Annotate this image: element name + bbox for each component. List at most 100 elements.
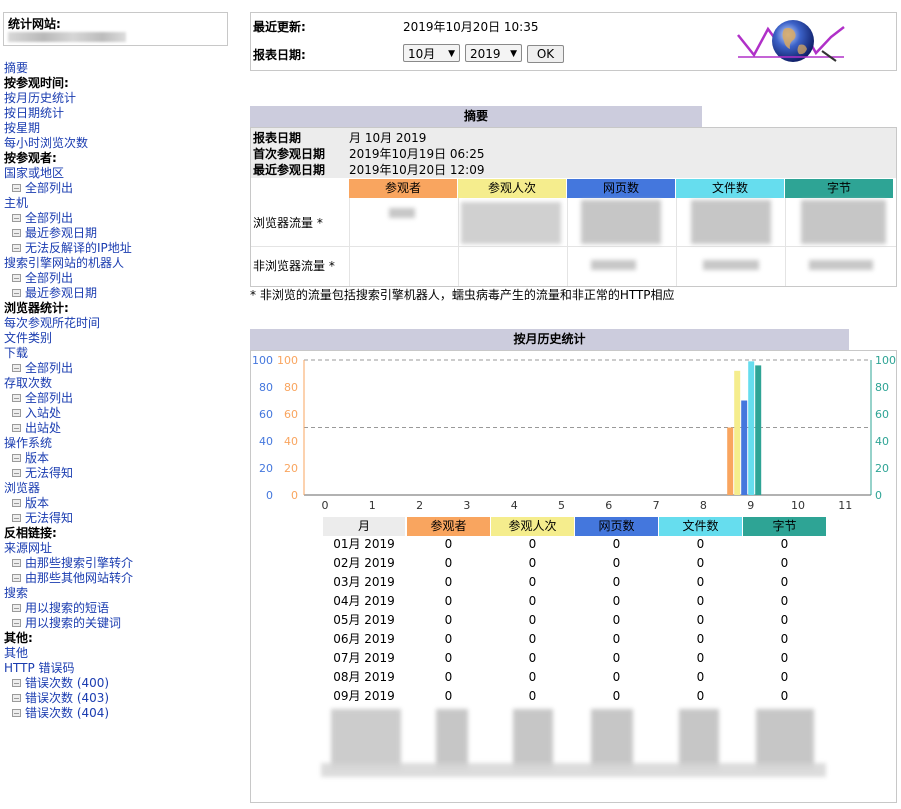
chart-bar [741,400,748,495]
sidebar-item[interactable]: 由那些其他网站转介 [4,571,244,586]
year-select[interactable]: 2019 ▼ [465,44,522,62]
sidebar-item[interactable]: 文件类别 [4,331,244,346]
sidebar-item-label[interactable]: 按星期 [4,121,40,135]
sidebar-item[interactable]: 国家或地区 [4,166,244,181]
sidebar-item-label[interactable]: 用以搜索的关键词 [25,616,121,630]
sidebar-item[interactable]: 全部列出 [4,391,244,406]
sidebar-item-label[interactable]: 按月历史统计 [4,91,76,105]
sidebar-item[interactable]: 存取次数 [4,376,244,391]
sidebar-item[interactable]: 搜索 [4,586,244,601]
sidebar-item[interactable]: 全部列出 [4,361,244,376]
chart-y-tick-label: 20 [259,462,273,475]
sidebar-item[interactable]: 用以搜索的短语 [4,601,244,616]
sidebar-item-label[interactable]: 每次参观所花时间 [4,316,100,330]
sidebar-item-label[interactable]: 全部列出 [25,271,73,285]
sidebar-item[interactable]: 出站处 [4,421,244,436]
sidebar-item-label[interactable]: 由那些搜索引擎转介 [25,556,133,570]
sidebar-item-label[interactable]: 全部列出 [25,391,73,405]
submenu-bullet-icon [12,393,21,402]
sidebar-item[interactable]: 全部列出 [4,211,244,226]
sidebar-item-label[interactable]: 搜索 [4,586,28,600]
sidebar-item[interactable]: 主机 [4,196,244,211]
sidebar-item-label[interactable]: 摘要 [4,61,28,75]
sidebar-item[interactable]: 无法反解译的IP地址 [4,241,244,256]
sidebar-item-label[interactable]: 出站处 [25,421,61,435]
submenu-bullet-icon [12,453,21,462]
sidebar-item[interactable]: 来源网址 [4,541,244,556]
sidebar-item-label[interactable]: 浏览器 [4,481,40,495]
sidebar-item-label[interactable]: 下载 [4,346,28,360]
sidebar-item[interactable]: 错误次数 (404) [4,706,244,721]
sidebar-item[interactable]: 无法得知 [4,511,244,526]
sidebar-item-label[interactable]: 错误次数 (400) [25,676,109,690]
sidebar-item-label[interactable]: 搜索引擎网站的机器人 [4,256,124,270]
sidebar-item[interactable]: 全部列出 [4,181,244,196]
sidebar-item-label[interactable]: 文件类别 [4,331,52,345]
sidebar-item[interactable]: 由那些搜索引擎转介 [4,556,244,571]
sidebar-item[interactable]: 全部列出 [4,271,244,286]
sidebar-item-label[interactable]: 由那些其他网站转介 [25,571,133,585]
sidebar-item-label[interactable]: HTTP 错误码 [4,661,75,675]
sidebar-item-label[interactable]: 最近参观日期 [25,226,97,240]
history-value-cell: 0 [444,670,453,684]
sidebar-item[interactable]: 操作系统 [4,436,244,451]
history-value-cell: 0 [528,556,537,570]
sidebar-item[interactable]: 按日期统计 [4,106,244,121]
sidebar-item[interactable]: 按月历史统计 [4,91,244,106]
history-value-cell: 0 [528,594,537,608]
sidebar-item-label[interactable]: 错误次数 (403) [25,691,109,705]
sidebar-item-label[interactable]: 最近参观日期 [25,286,97,300]
sidebar-item[interactable]: 无法得知 [4,466,244,481]
sidebar-item[interactable]: 错误次数 (403) [4,691,244,706]
sidebar-item[interactable]: 最近参观日期 [4,286,244,301]
table-row: 04月 2019 0 0 0 0 0 [251,592,896,611]
history-value-cell: 0 [780,575,789,589]
history-value-cell: 0 [780,556,789,570]
sidebar-item-label[interactable]: 无法得知 [25,466,73,480]
sidebar-item-label[interactable]: 国家或地区 [4,166,64,180]
chart-y-tick-label: 60 [284,408,298,421]
sidebar-item-label[interactable]: 其他 [4,646,28,660]
sidebar-item[interactable]: 下载 [4,346,244,361]
sidebar-item[interactable]: 按星期 [4,121,244,136]
sidebar-item[interactable]: 入站处 [4,406,244,421]
sidebar-item[interactable]: 最近参观日期 [4,226,244,241]
sidebar-item-label[interactable]: 每小时浏览次数 [4,136,88,150]
redacted-value [461,202,561,244]
history-value-cell: 0 [696,670,705,684]
summary-column-header: 参观者 [349,179,457,198]
sidebar-item[interactable]: 搜索引擎网站的机器人 [4,256,244,271]
sidebar-item-label[interactable]: 版本 [25,496,49,510]
sidebar-item-label[interactable]: 操作系统 [4,436,52,450]
sidebar-item[interactable]: 每小时浏览次数 [4,136,244,151]
sidebar-item-label[interactable]: 无法得知 [25,511,73,525]
sidebar-item[interactable]: 错误次数 (400) [4,676,244,691]
chart-x-tick-label: 4 [511,499,518,512]
sidebar-item-label[interactable]: 无法反解译的IP地址 [25,241,132,255]
sidebar-item[interactable]: 版本 [4,451,244,466]
sidebar-item[interactable]: 每次参观所花时间 [4,316,244,331]
sidebar-item-label[interactable]: 主机 [4,196,28,210]
sidebar-item-label[interactable]: 存取次数 [4,376,52,390]
sidebar-item-label[interactable]: 全部列出 [25,211,73,225]
sidebar-item-label[interactable]: 用以搜索的短语 [25,601,109,615]
sidebar-item-label[interactable]: 全部列出 [25,361,73,375]
sidebar-item-label[interactable]: 来源网址 [4,541,52,555]
sidebar-item[interactable]: 版本 [4,496,244,511]
sidebar-item-label[interactable]: 版本 [25,451,49,465]
sidebar-item[interactable]: 其他 [4,646,244,661]
month-select-value: 10月 [408,47,436,61]
sidebar-item-label[interactable]: 全部列出 [25,181,73,195]
sidebar-item-label[interactable]: 按日期统计 [4,106,64,120]
history-value-cell: 0 [612,537,621,551]
sidebar-item[interactable]: 摘要 [4,61,244,76]
redacted-value [591,709,633,769]
ok-button[interactable]: OK [527,45,564,63]
sidebar-item-label[interactable]: 入站处 [25,406,61,420]
sidebar-item-label[interactable]: 错误次数 (404) [25,706,109,720]
sidebar-item[interactable]: 用以搜索的关键词 [4,616,244,631]
month-select[interactable]: 10月 ▼ [403,44,460,62]
sidebar-item[interactable]: HTTP 错误码 [4,661,244,676]
sidebar-item[interactable]: 浏览器 [4,481,244,496]
history-value-cell: 0 [444,556,453,570]
